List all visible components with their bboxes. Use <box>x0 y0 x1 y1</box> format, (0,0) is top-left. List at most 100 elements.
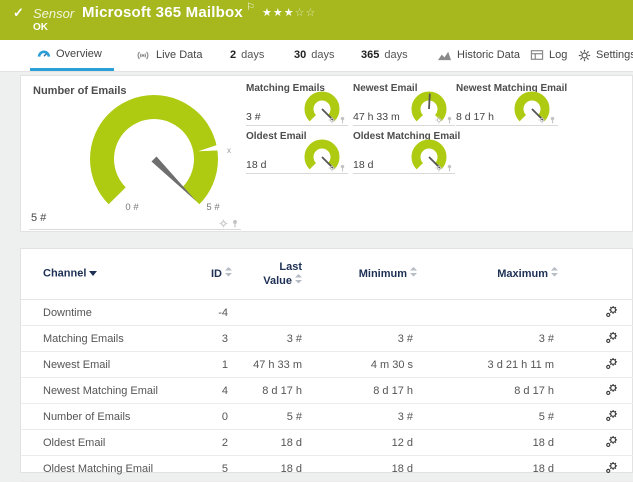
table-header-row: Channel ID Last Value Minimum Maximum <box>21 249 633 300</box>
live-signal-icon <box>137 51 149 59</box>
sort-both-icon <box>410 267 417 281</box>
tile-icon-group <box>538 116 556 124</box>
tile-oldest-email[interactable]: Oldest Email 18 d <box>246 131 348 174</box>
pin-icon[interactable] <box>446 116 453 124</box>
cell-maximum: 3 # <box>463 325 603 352</box>
channel-settings-gear-icon[interactable] <box>605 305 618 318</box>
gauge-scale-min: 0 # <box>125 202 139 213</box>
gauge-current-value: 3 # <box>246 111 261 123</box>
sensor-status-bar: ✓ Sensor Microsoft 365 Mailbox ⚐ ★★★☆☆ O… <box>0 0 633 40</box>
channel-settings-gear-icon[interactable] <box>605 331 618 344</box>
cell-channel[interactable]: Newest Matching Email <box>21 377 193 404</box>
flag-icon[interactable]: ⚐ <box>246 2 255 13</box>
channel-settings-gear-icon[interactable] <box>605 461 618 474</box>
column-header-minimum[interactable]: Minimum <box>318 249 463 300</box>
table-row-oldest-matching-email[interactable]: Oldest Matching Email 5 18 d 18 d 18 d <box>21 455 633 482</box>
sort-both-icon <box>295 273 302 288</box>
tab-2-days[interactable]: 2 days <box>230 40 264 70</box>
status-ok-check-icon: ✓ <box>13 5 24 20</box>
table-row-number-of-emails[interactable]: Number of Emails 0 5 # 3 # 5 # <box>21 403 633 430</box>
tab-log[interactable]: Log <box>530 40 567 70</box>
channel-settings-gear-icon[interactable] <box>605 409 618 422</box>
gauge-scale-max: 5 # <box>206 202 220 213</box>
tile-matching-emails[interactable]: Matching Emails 3 # <box>246 83 348 126</box>
gear-icon[interactable] <box>219 219 228 228</box>
tile-newest-matching-email[interactable]: Newest Matching Email 8 d 17 h <box>456 83 567 126</box>
cell-channel[interactable]: Matching Emails <box>21 325 193 352</box>
cell-last-value: 3 # <box>248 325 318 352</box>
tile-oldest-matching-email[interactable]: Oldest Matching Email 18 d <box>353 131 460 174</box>
priority-stars[interactable]: ★★★☆☆ <box>262 6 316 19</box>
pin-icon[interactable] <box>339 164 346 172</box>
table-row-oldest-email[interactable]: Oldest Email 2 18 d 12 d 18 d <box>21 429 633 456</box>
pin-icon[interactable] <box>446 164 453 172</box>
tab-label-unit: days <box>384 49 408 61</box>
pin-icon[interactable] <box>231 219 239 228</box>
tab-label: Log <box>549 49 568 61</box>
column-header-last-value[interactable]: Last Value <box>248 249 318 300</box>
gauge-max-marker: x <box>227 146 231 155</box>
cell-last-value: 18 d <box>248 429 318 456</box>
cell-minimum: 3 # <box>318 325 463 352</box>
tile-icon-group <box>435 164 453 172</box>
cell-id: 5 <box>193 455 248 482</box>
gear-icon[interactable] <box>435 116 443 124</box>
cell-channel[interactable]: Newest Email <box>21 351 193 378</box>
tile-number-of-emails[interactable]: Number of Emails x 0 # 5 # 5 # <box>29 82 241 230</box>
column-header-maximum[interactable]: Maximum <box>463 249 603 300</box>
tile-icon-group <box>328 164 346 172</box>
cell-minimum: 8 d 17 h <box>318 377 463 404</box>
table-row-downtime[interactable]: Downtime -4 <box>21 299 633 326</box>
channel-settings-gear-icon[interactable] <box>605 435 618 448</box>
column-header-channel[interactable]: Channel <box>21 249 193 300</box>
table-row-newest-matching-email[interactable]: Newest Matching Email 4 8 d 17 h 8 d 17 … <box>21 377 633 404</box>
tile-newest-email[interactable]: Newest Email 47 h 33 m <box>353 83 455 126</box>
column-header-actions <box>603 249 633 300</box>
cell-channel[interactable]: Oldest Matching Email <box>21 455 193 482</box>
gear-icon[interactable] <box>435 164 443 172</box>
tab-365-days[interactable]: 365 days <box>361 40 408 70</box>
channel-settings-gear-icon[interactable] <box>605 357 618 370</box>
cell-minimum <box>318 299 463 326</box>
pin-icon[interactable] <box>549 116 556 124</box>
tab-settings[interactable]: Settings <box>578 40 633 70</box>
cell-channel[interactable]: Downtime <box>21 299 193 326</box>
cell-channel[interactable]: Oldest Email <box>21 429 193 456</box>
overview-panel: Number of Emails x 0 # 5 # 5 # Matching … <box>20 75 633 232</box>
table-row-newest-email[interactable]: Newest Email 1 47 h 33 m 4 m 30 s 3 d 21… <box>21 351 633 378</box>
gear-icon[interactable] <box>328 116 336 124</box>
gear-icon[interactable] <box>538 116 546 124</box>
tile-icon-group <box>328 116 346 124</box>
tab-30-days[interactable]: 30 days <box>294 40 335 70</box>
tab-live-data[interactable]: Live Data <box>135 40 202 70</box>
tile-icon-group <box>435 116 453 124</box>
cell-maximum: 5 # <box>463 403 603 430</box>
gauge-current-value: 5 # <box>31 212 47 224</box>
gauge-current-value: 18 d <box>353 159 374 171</box>
tab-label-unit: days <box>241 49 265 61</box>
cell-minimum: 3 # <box>318 403 463 430</box>
cell-last-value: 5 # <box>248 403 318 430</box>
sensor-title: Microsoft 365 Mailbox <box>82 4 243 21</box>
channel-settings-gear-icon[interactable] <box>605 383 618 396</box>
column-label: Minimum <box>358 267 407 280</box>
gauge-current-value: 47 h 33 m <box>353 111 400 123</box>
gear-icon[interactable] <box>328 164 336 172</box>
tab-overview[interactable]: Overview <box>30 40 114 71</box>
tab-historic-data[interactable]: Historic Data <box>437 40 520 70</box>
cell-maximum <box>463 299 603 326</box>
table-row-matching-emails[interactable]: Matching Emails 3 3 # 3 # 3 # <box>21 325 633 352</box>
stars-filled: ★★★ <box>262 7 295 19</box>
cell-id: 1 <box>193 351 248 378</box>
column-label: Last <box>279 260 302 273</box>
cell-maximum: 8 d 17 h <box>463 377 603 404</box>
pin-icon[interactable] <box>339 116 346 124</box>
cell-last-value: 18 d <box>248 455 318 482</box>
channel-table: Channel ID Last Value Minimum Maximum Do… <box>21 249 633 482</box>
column-header-id[interactable]: ID <box>193 249 248 300</box>
cell-id: 2 <box>193 429 248 456</box>
column-label: Value <box>263 274 292 287</box>
sensor-status-text: OK <box>33 22 48 33</box>
cell-channel[interactable]: Number of Emails <box>21 403 193 430</box>
stars-empty: ☆☆ <box>294 7 317 19</box>
